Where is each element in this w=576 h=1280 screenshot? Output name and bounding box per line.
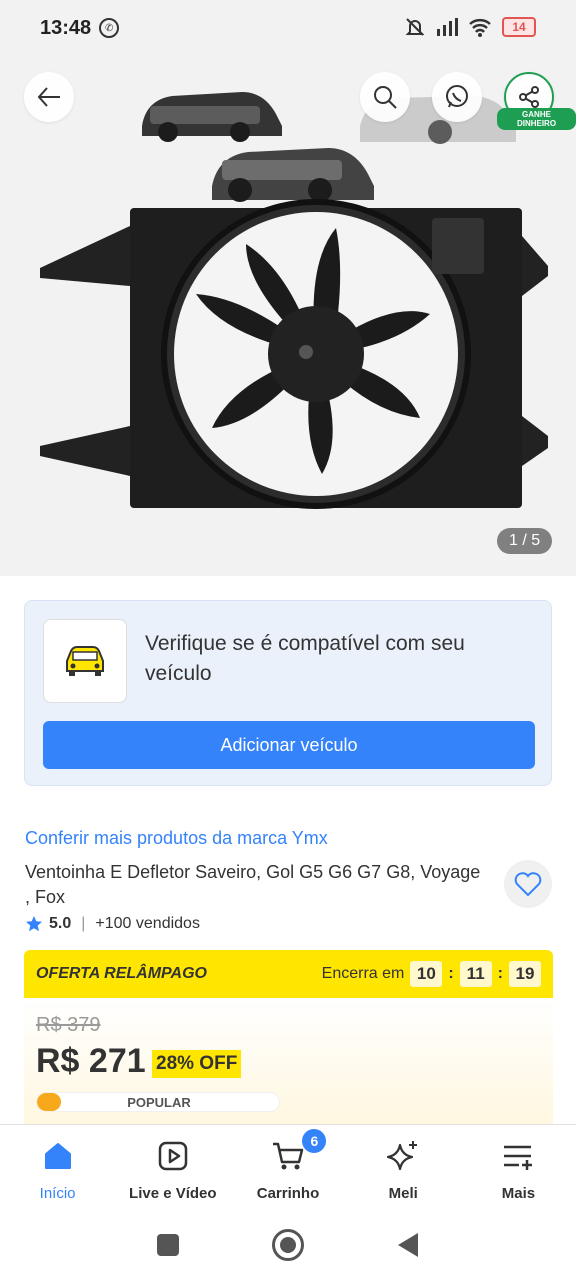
brand-products-link[interactable]: Conferir mais produtos da marca Ymx (25, 828, 328, 849)
search-button[interactable] (360, 72, 410, 122)
menu-plus-icon (501, 1139, 535, 1173)
recent-apps-button[interactable] (157, 1234, 179, 1256)
wifi-icon (469, 19, 491, 37)
add-vehicle-button[interactable]: Adicionar veículo (43, 721, 535, 769)
rating-row[interactable]: 5.0 | +100 vendidos (25, 915, 200, 933)
home-icon (41, 1139, 75, 1173)
bottom-navigation: Início Live e Vídeo 6 Carrinho Meli Mais (0, 1124, 576, 1212)
sold-count: +100 vendidos (95, 915, 200, 932)
mute-icon (405, 18, 425, 36)
nav-item-meli[interactable]: Meli (346, 1125, 461, 1212)
whatsapp-notification-icon: ✆ (99, 18, 120, 38)
product-gallery[interactable]: GANHE DINHEIRO 1 / 5 (0, 56, 576, 576)
old-price: R$ 379 (36, 1014, 101, 1036)
system-navigation (0, 1212, 576, 1280)
discount-badge: 28% OFF (152, 1050, 242, 1078)
nav-item-cart[interactable]: 6 Carrinho (230, 1125, 345, 1212)
play-video-icon (156, 1139, 190, 1173)
nav-label: Mais (501, 1185, 536, 1202)
popular-label: POPULAR (127, 1095, 191, 1110)
battery-icon: 14 (502, 17, 536, 37)
rating-value: 5.0 (49, 915, 72, 932)
nav-item-home[interactable]: Início (0, 1125, 115, 1212)
car-icon (66, 646, 104, 676)
countdown-hours: 10 (410, 961, 443, 987)
status-bar: 13:48 ✆ 14 (0, 0, 576, 56)
flash-offer-label: OFERTA RELÂMPAGO (36, 965, 207, 982)
status-time: 13:48 (40, 16, 92, 39)
popular-progress-bar: POPULAR (36, 1092, 280, 1112)
countdown-minutes: 11 (459, 961, 492, 987)
nav-label: Início (39, 1185, 76, 1202)
home-system-button[interactable] (272, 1229, 304, 1261)
product-image (40, 92, 548, 509)
vehicle-compatibility-card: Verifique se é compatível com seu veícul… (24, 600, 552, 786)
fan-assembly (40, 199, 548, 509)
ends-in-label: Encerra em (321, 965, 405, 982)
status-icons: 14 (404, 16, 536, 38)
share-icon (519, 86, 539, 108)
star-icon (26, 916, 42, 932)
nav-item-live-video[interactable]: Live e Vídeo (115, 1125, 230, 1212)
arrow-left-icon (37, 87, 60, 107)
nav-label: Meli (388, 1185, 418, 1202)
flash-countdown: Encerra em 10 : 11 : 19 (322, 961, 541, 987)
whatsapp-share-button[interactable] (432, 72, 482, 122)
countdown-colon: : (448, 965, 454, 982)
rating-separator: | (81, 915, 86, 932)
nav-label: Carrinho (256, 1185, 320, 1202)
whatsapp-icon (446, 85, 468, 108)
cart-icon (271, 1139, 305, 1173)
back-system-button[interactable] (398, 1233, 418, 1257)
countdown-seconds: 19 (509, 961, 541, 987)
compatibility-title: Verifique se é compatível com seu veícul… (145, 632, 465, 685)
back-button[interactable] (24, 72, 74, 122)
heart-icon (514, 872, 542, 897)
product-title: Ventoinha E Defletor Saveiro, Gol G5 G6 … (25, 862, 481, 907)
current-price: R$ 271 (36, 1042, 146, 1080)
car-icon-box (43, 619, 127, 703)
search-icon (374, 86, 397, 109)
nav-item-more[interactable]: Mais (461, 1125, 576, 1212)
sparkle-icon (386, 1139, 420, 1173)
signal-icon (437, 18, 458, 36)
earn-money-badge[interactable]: GANHE DINHEIRO (497, 108, 576, 130)
nav-label: Live e Vídeo (129, 1185, 217, 1202)
favorite-button[interactable] (504, 860, 552, 908)
countdown-colon: : (497, 965, 503, 982)
price-area: R$ 379 R$ 271 28% OFF POPULAR (24, 998, 553, 1124)
cart-count-badge: 6 (302, 1129, 327, 1153)
flash-offer-bar: OFERTA RELÂMPAGO Encerra em 10 : 11 : 19 (24, 950, 553, 998)
gallery-page-indicator: 1 / 5 (497, 528, 553, 554)
